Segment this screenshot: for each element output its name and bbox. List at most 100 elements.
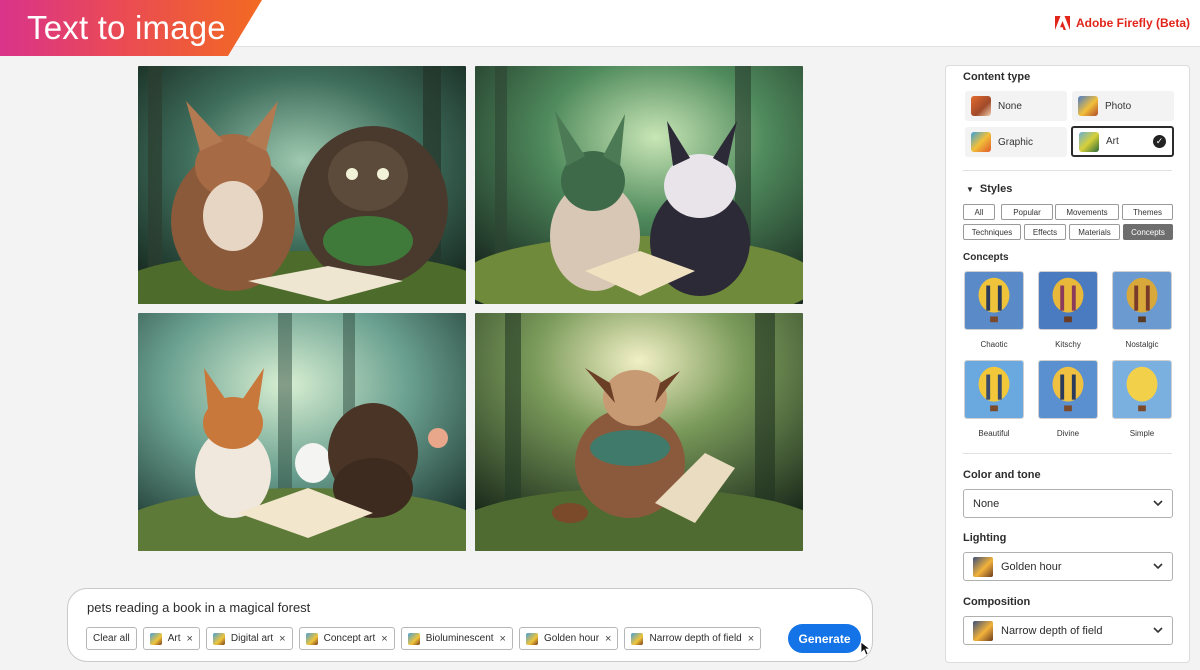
composition-value: Narrow depth of field [1001, 624, 1103, 637]
mouse-cursor-icon [861, 642, 871, 656]
concept-label: Simple [1129, 429, 1155, 438]
settings-panel: Content type None Photo Graphic Art ✓ ▼ … [945, 65, 1190, 663]
filter-chip-art[interactable]: Art × [142, 627, 200, 650]
style-tab-movements[interactable]: Movements [1055, 204, 1119, 220]
divider [963, 453, 1172, 454]
photo-thumbnail-icon [1078, 96, 1098, 116]
filter-chip-label: Concept art [323, 633, 376, 644]
concept-kitschy[interactable]: Kitschy [1038, 271, 1098, 349]
concept-label: Chaotic [980, 340, 1008, 349]
golden-hour-thumbnail-icon [973, 556, 993, 577]
prompt-bar: Clear all Art × Digital art × Concept ar… [67, 588, 873, 662]
composition-title: Composition [963, 596, 1031, 608]
filter-chip-label: Bioluminescent [425, 633, 494, 644]
concept-label: Kitschy [1055, 340, 1081, 349]
active-filters: Clear all Art × Digital art × Concept ar… [86, 627, 762, 650]
chevron-down-icon [1153, 563, 1163, 570]
hot-air-balloon-thumbnail-icon [964, 360, 1024, 419]
lighting-value: Golden hour [1001, 560, 1062, 573]
divider [963, 170, 1172, 171]
none-thumbnail-icon [971, 96, 991, 116]
adobe-logo-icon [1054, 16, 1070, 30]
remove-icon[interactable]: × [381, 633, 387, 645]
filter-chip-narrow-depth-of-field[interactable]: Narrow depth of field × [624, 627, 762, 650]
hot-air-balloon-thumbnail-icon [1038, 360, 1098, 419]
digital-art-thumbnail-icon [212, 632, 225, 645]
hot-air-balloon-thumbnail-icon [1112, 271, 1172, 330]
generated-image-2[interactable] [475, 66, 803, 304]
prompt-input[interactable] [87, 600, 787, 615]
remove-icon[interactable]: × [500, 633, 506, 645]
page-title: Text to image [27, 9, 226, 46]
remove-icon[interactable]: × [186, 633, 192, 645]
generate-button[interactable]: Generate [788, 624, 861, 653]
lighting-select[interactable]: Golden hour [963, 552, 1173, 581]
content-type-label: Photo [1105, 100, 1132, 112]
color-tone-value: None [973, 497, 1000, 510]
hot-air-balloon-thumbnail-icon [964, 271, 1024, 330]
content-type-photo[interactable]: Photo [1072, 91, 1174, 121]
filter-chip-digital-art[interactable]: Digital art × [205, 627, 293, 650]
remove-icon[interactable]: × [748, 633, 754, 645]
concept-chaotic[interactable]: Chaotic [964, 271, 1024, 349]
filter-chip-golden-hour[interactable]: Golden hour × [518, 627, 619, 650]
style-tab-concepts[interactable]: Concepts [1123, 224, 1173, 240]
content-type-art[interactable]: Art ✓ [1071, 126, 1174, 157]
styles-title: Styles [979, 183, 1013, 195]
filter-chip-label: Art [167, 633, 181, 644]
generated-image-3[interactable] [138, 313, 466, 551]
chevron-down-icon [1153, 627, 1163, 634]
filter-chip-bioluminescent[interactable]: Bioluminescent × [400, 627, 513, 650]
content-type-label: None [998, 100, 1022, 112]
page-title-banner: Text to image [0, 0, 262, 56]
concept-beautiful[interactable]: Beautiful [964, 360, 1024, 438]
style-tab-popular[interactable]: Popular [1001, 204, 1053, 220]
narrow-depth-thumbnail-icon [631, 632, 644, 645]
color-tone-title: Color and tone [963, 469, 1041, 481]
content-type-title: Content type [963, 71, 1031, 83]
chevron-down-icon [1153, 500, 1163, 507]
remove-icon[interactable]: × [279, 633, 285, 645]
style-tab-effects[interactable]: Effects [1024, 224, 1066, 240]
content-type-label: Art [1106, 136, 1119, 147]
content-type-label: Graphic [998, 136, 1034, 148]
style-tab-all[interactable]: All [963, 204, 995, 220]
concept-simple[interactable]: Simple [1112, 360, 1172, 438]
golden-hour-thumbnail-icon [525, 632, 538, 645]
narrow-depth-thumbnail-icon [973, 620, 993, 641]
bioluminescent-thumbnail-icon [407, 632, 420, 645]
generated-images-grid [138, 66, 803, 551]
filter-chip-label: Narrow depth of field [649, 633, 742, 644]
filter-chip-concept-art[interactable]: Concept art × [298, 627, 395, 650]
hot-air-balloon-thumbnail-icon [1038, 271, 1098, 330]
concept-divine[interactable]: Divine [1038, 360, 1098, 438]
filter-chip-label: Digital art [230, 633, 274, 644]
concept-label: Nostalgic [1125, 340, 1159, 349]
brand-label: Adobe Firefly (Beta) [1075, 16, 1190, 30]
clear-all-label: Clear all [93, 633, 130, 644]
content-type-none[interactable]: None [965, 91, 1067, 121]
styles-toggle[interactable]: ▼ Styles [966, 183, 1012, 195]
lighting-title: Lighting [963, 532, 1007, 544]
concept-nostalgic[interactable]: Nostalgic [1112, 271, 1172, 349]
generated-image-4[interactable] [475, 313, 803, 551]
checkmark-icon: ✓ [1153, 135, 1166, 148]
color-tone-select[interactable]: None [963, 489, 1173, 518]
graphic-thumbnail-icon [971, 132, 991, 152]
style-tab-techniques[interactable]: Techniques [963, 224, 1021, 240]
style-tab-materials[interactable]: Materials [1069, 224, 1120, 240]
concepts-section-label: Concepts [963, 252, 1009, 263]
concept-art-thumbnail-icon [305, 632, 318, 645]
generated-image-1[interactable] [138, 66, 466, 304]
composition-select[interactable]: Narrow depth of field [963, 616, 1173, 645]
content-type-graphic[interactable]: Graphic [965, 127, 1067, 157]
style-tab-themes[interactable]: Themes [1122, 204, 1173, 220]
clear-all-button[interactable]: Clear all [86, 627, 137, 650]
concept-label: Divine [1056, 429, 1080, 438]
chevron-down-icon: ▼ [966, 184, 974, 194]
art-thumbnail-icon [1079, 131, 1099, 152]
hot-air-balloon-thumbnail-icon [1112, 360, 1172, 419]
adobe-firefly-brand[interactable]: Adobe Firefly (Beta) [1054, 16, 1190, 30]
art-thumbnail-icon [149, 632, 162, 645]
remove-icon[interactable]: × [605, 633, 611, 645]
